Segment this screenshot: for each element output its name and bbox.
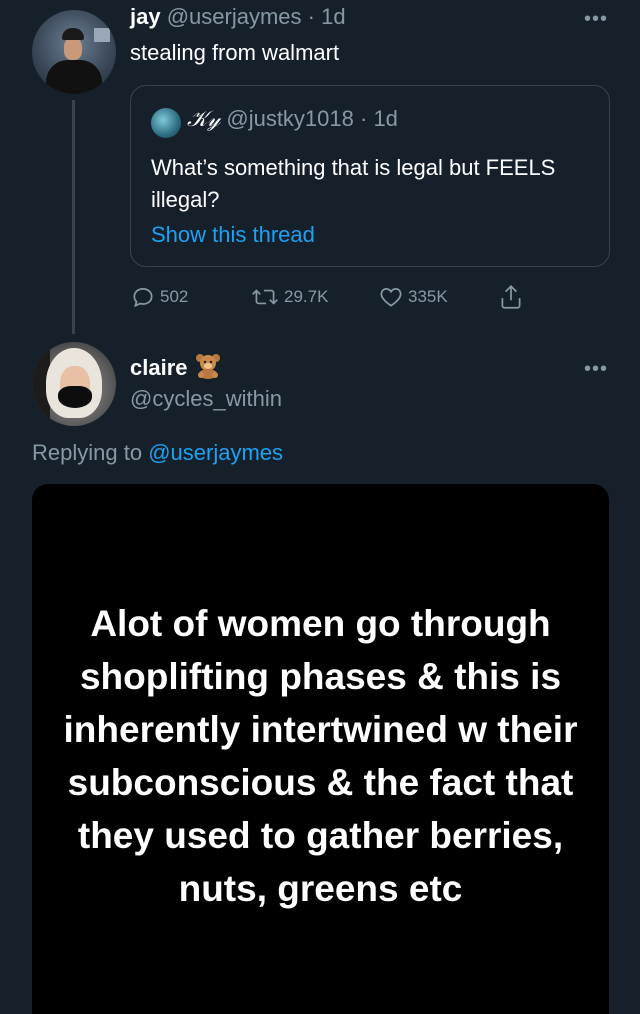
quoted-author-avatar: [151, 108, 181, 138]
tweet1-text: stealing from walmart: [130, 40, 340, 65]
share-button[interactable]: [498, 282, 524, 312]
reply-button[interactable]: 502: [130, 282, 188, 312]
quoted-author-handle: @justky1018: [226, 106, 354, 131]
like-count: 335K: [408, 287, 448, 306]
teddy-bear-icon: [194, 353, 222, 379]
quoted-tweet-card[interactable]: 𝒦𝓎 @justky1018 · 1d What’s something tha…: [130, 85, 610, 267]
jay-avatar[interactable]: [32, 10, 116, 94]
replying-prefix: Replying to: [32, 440, 149, 465]
retweet-button[interactable]: 29.7K: [250, 282, 328, 312]
tweet2-author-name-row[interactable]: claire: [130, 353, 222, 381]
claire-avatar[interactable]: [32, 342, 116, 426]
heart-icon: [380, 288, 402, 307]
quoted-tweet-text: What’s something that is legal but FEELS…: [151, 155, 556, 212]
quoted-timestamp: 1d: [373, 106, 398, 131]
replying-to-mention[interactable]: @userjaymes: [148, 440, 283, 465]
reply-count: 502: [160, 287, 189, 306]
tweet2-author-name: claire: [130, 355, 188, 380]
tweet1-separator: ·: [301, 4, 322, 29]
timeline: jay @userjaymes · 1d ••• stealing from w…: [0, 0, 640, 1014]
tweet1-header: jay @userjaymes · 1d: [130, 4, 346, 30]
reply-icon: [133, 288, 153, 308]
tweet2-author-handle[interactable]: @cycles_within: [130, 386, 282, 412]
media-caption-text: Alot of women go through shoplifting pha…: [63, 603, 578, 909]
tweet1-author-name[interactable]: jay: [130, 4, 161, 29]
thread-connector-line: [72, 100, 75, 334]
more-dots-icon[interactable]: •••: [584, 359, 608, 379]
share-icon: [501, 285, 521, 309]
more-dots-icon[interactable]: •••: [584, 9, 608, 29]
quoted-tweet-header: 𝒦𝓎 @justky1018 · 1d: [187, 106, 398, 132]
replying-to-line: Replying to @userjaymes: [32, 440, 283, 466]
show-thread-link[interactable]: Show this thread: [151, 222, 315, 248]
tweet2-media-image[interactable]: Alot of women go through shoplifting pha…: [32, 484, 609, 1014]
tweet1-timestamp[interactable]: 1d: [321, 4, 345, 29]
quoted-author-name: 𝒦𝓎: [187, 107, 221, 132]
like-button[interactable]: 335K: [378, 282, 448, 312]
retweet-icon: [252, 289, 278, 305]
retweet-count: 29.7K: [284, 287, 329, 306]
tweet1-author-handle[interactable]: @userjaymes: [167, 4, 302, 29]
tweet1-action-bar: 502 29.7K 335K: [130, 282, 550, 312]
quoted-separator: ·: [353, 106, 374, 131]
